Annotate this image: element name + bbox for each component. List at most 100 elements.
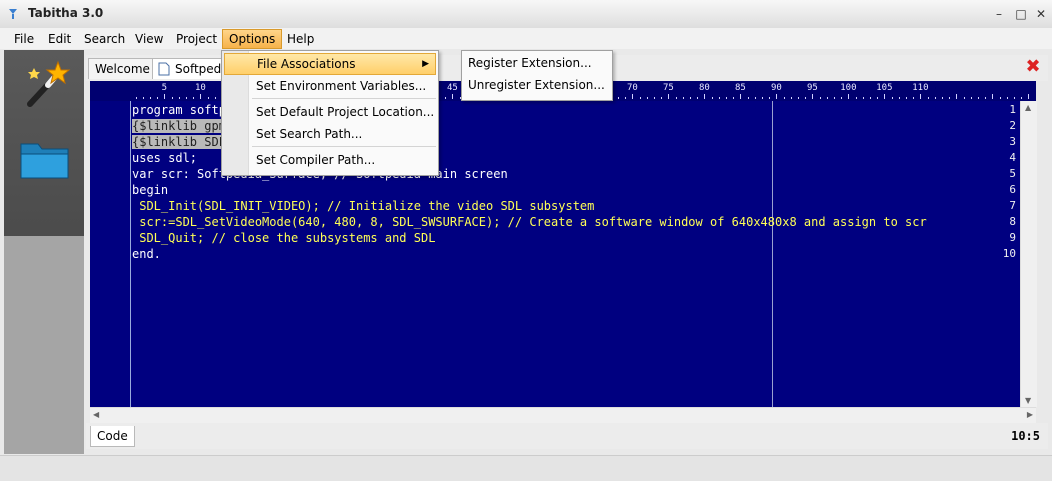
minimize-button[interactable]: – [990,6,1008,22]
close-icon[interactable]: ✖ [1024,58,1042,76]
ruler-tick [618,97,619,99]
ruler-tick [812,94,814,99]
ruler-tick [891,97,893,99]
line-number: 7 [1009,199,1016,212]
magic-wand-icon[interactable] [18,58,72,112]
vertical-scrollbar[interactable]: ▲ ▼ [1020,101,1037,407]
ruler-tick [704,94,706,99]
ruler-label: 105 [876,83,893,93]
ruler-tick [697,97,699,99]
tab-code[interactable]: Code [90,426,135,447]
menu-help[interactable]: Help [281,30,320,48]
code-line: SDL_Init(SDL_INIT_VIDEO); // Initialize … [132,199,595,213]
ruler-tick [790,97,792,99]
ruler-tick [726,97,727,99]
ruler-tick [142,97,144,99]
folder-icon[interactable] [18,134,72,188]
ruler-tick [956,94,958,99]
cursor-position: 10:5 [1011,429,1040,443]
line-number: 6 [1009,183,1016,196]
ruler-tick [632,94,634,99]
ruler-tick [186,97,187,99]
menu-edit[interactable]: Edit [42,30,77,48]
line-number: 10 [1002,247,1016,260]
tool-panel-lower [4,236,84,454]
ruler-tick [1014,97,1015,99]
ruler-tick [870,97,871,99]
scroll-up-icon[interactable]: ▲ [1025,103,1031,112]
menu-item-set-search-path[interactable]: Set Search Path... [250,123,442,145]
menu-item-unregister-extension[interactable]: Unregister Extension... [468,74,605,96]
tab-welcome[interactable]: Welcome [88,58,157,79]
ruler-tick [675,97,677,99]
ruler-tick [798,97,799,99]
ruler-tick [740,94,742,99]
ruler-tick [661,97,663,99]
ruler-tick [805,97,807,99]
ruler-tick [949,97,951,99]
menu-item-register-extension[interactable]: Register Extension... [468,52,592,74]
app-icon [9,9,17,19]
maximize-button[interactable]: □ [1012,6,1030,22]
scroll-down-icon[interactable]: ▼ [1025,396,1031,405]
menu-item-set-compiler-path[interactable]: Set Compiler Path... [250,149,442,171]
status-bar [0,455,1052,481]
document-icon [158,62,170,76]
ruler-tick [747,97,749,99]
horizontal-scrollbar[interactable]: ◀ ▶ [90,407,1036,423]
ruler-tick [826,97,828,99]
ruler-tick [769,97,771,99]
line-number: 5 [1009,167,1016,180]
menu-file[interactable]: File [8,30,40,48]
code-line: scr:=SDL_SetVideoMode(640, 480, 8, SDL_S… [132,215,927,229]
line-number: 2 [1009,119,1016,132]
ruler-tick [877,97,879,99]
scroll-right-icon[interactable]: ▶ [1027,410,1033,419]
menu-project[interactable]: Project [170,30,223,48]
ruler-label: 5 [161,83,168,93]
ruler-tick [754,97,756,99]
ruler-tick [639,97,641,99]
scroll-left-icon[interactable]: ◀ [93,410,99,419]
ruler-tick [783,97,785,99]
tab-softpedia[interactable]: Softpedia [152,58,232,79]
line-number-gutter [90,101,131,407]
ruler-tick [718,97,720,99]
menu-view[interactable]: View [129,30,169,48]
menu-options[interactable]: Options [222,29,283,49]
ruler-tick [855,97,857,99]
ruler-tick [884,94,886,99]
ruler-tick [992,94,994,99]
ruler-label: 45 [446,83,458,93]
code-line: {$linklib gpm} [132,119,234,133]
ruler-tick [207,97,209,99]
menu-item-set-environment-variables[interactable]: Set Environment Variables... [250,75,442,97]
ruler-tick [934,97,936,99]
ruler-tick [970,97,972,99]
menu-item-set-default-project-location[interactable]: Set Default Project Location... [250,101,442,123]
ruler-tick [200,94,202,99]
window-title: Tabitha 3.0 [28,6,104,20]
ruler-tick [927,97,929,99]
menu-item-file-associations[interactable]: File Associations ▶ [224,53,436,75]
code-line: begin [132,183,169,197]
ruler-label: 100 [840,83,857,93]
ruler-label: 95 [806,83,818,93]
ruler-tick [690,97,691,99]
ruler-tick [999,97,1001,99]
ruler-tick [1028,94,1030,99]
ruler-tick [135,97,137,99]
ruler-tick [164,94,166,99]
ruler-label: 90 [770,83,782,93]
code-line: SDL_Quit; // close the subsystems and SD… [132,231,436,245]
menu-search[interactable]: Search [78,30,131,48]
tool-panel [4,50,84,454]
ruler-tick [654,97,655,99]
ruler-tick [841,97,843,99]
ruler-tick [150,97,151,99]
ruler-label: 10 [194,83,206,93]
menu-separator [252,146,436,147]
ruler-label: 110 [912,83,929,93]
title-bar: Tabitha 3.0 – □ ✕ [0,0,1052,29]
close-window-button[interactable]: ✕ [1032,6,1050,22]
